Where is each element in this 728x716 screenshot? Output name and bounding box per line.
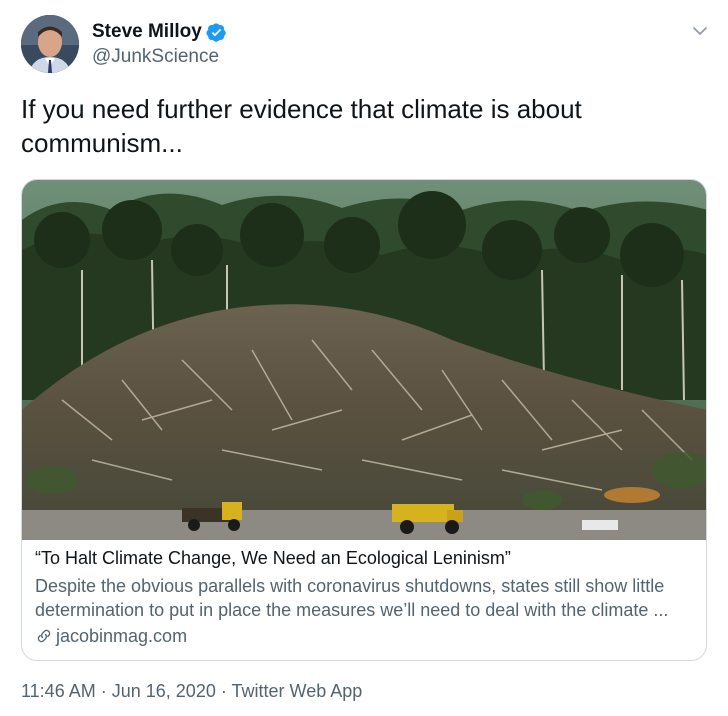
user-handle[interactable]: @JunkScience [92,46,219,68]
card-body: “To Halt Climate Change, We Need an Ecol… [35,546,703,648]
chevron-down-icon[interactable] [691,22,709,40]
link-card[interactable]: “To Halt Climate Change, We Need an Ecol… [21,179,707,661]
tweet-text: If you need further evidence that climat… [21,94,582,158]
tweet-meta: 11:46 AM · Jun 16, 2020 · Twitter Web Ap… [21,681,362,702]
card-domain: jacobinmag.com [56,626,188,646]
display-name[interactable]: Steve Milloy [92,21,202,43]
meta-separator: · [220,681,227,701]
card-image [22,180,706,540]
card-domain-row: jacobinmag.com [35,624,703,648]
avatar-photo [21,15,79,73]
verified-badge-icon [206,22,227,43]
card-title: “To Halt Climate Change, We Need an Ecol… [35,548,511,568]
tweet-source[interactable]: Twitter Web App [232,681,363,701]
avatar[interactable] [21,15,79,73]
tweet-time[interactable]: 11:46 AM [21,681,96,701]
card-description: Despite the obvious parallels with coron… [35,576,669,620]
meta-separator: · [100,681,107,701]
link-icon [37,629,51,643]
author-name-row[interactable]: Steve Milloy [92,21,227,43]
tweet-date[interactable]: Jun 16, 2020 [112,681,216,701]
